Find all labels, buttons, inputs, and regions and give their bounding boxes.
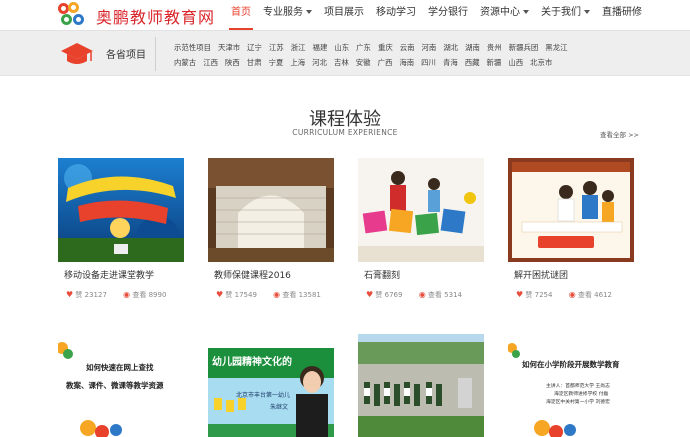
province-bar: 各省项目 示范性项目 天津市 辽宁 江苏 浙江 福建 山东 广东 重庆 云南 河南 湖北 湖南 贵州 新疆兵… — [0, 30, 690, 76]
thumbnail-text: 如何快速在网上查找 — [86, 363, 154, 372]
course-title[interactable]: 移动设备走进课堂教学 — [64, 268, 154, 281]
site-name: 奥鹏教师教育网 — [96, 8, 216, 27]
province-link[interactable]: 安徽 — [356, 57, 371, 68]
province-link[interactable]: 宁夏 — [269, 57, 284, 68]
course-thumbnail[interactable]: 如何在小学阶段开展数学教育 主讲人：首都师范大学 王尚志 海淀区教师进修学校 付… — [508, 334, 634, 437]
province-link[interactable]: 福建 — [313, 42, 328, 53]
thumbnail-text: 朱继文 — [270, 404, 289, 411]
graduation-cap-icon — [61, 43, 93, 64]
view-count: 查看 4612 — [577, 291, 612, 299]
course-thumbnail[interactable] — [208, 158, 334, 262]
province-link[interactable]: 江西 — [203, 57, 218, 68]
chevron-down-icon — [523, 10, 529, 14]
course-thumbnail[interactable] — [508, 158, 634, 262]
thumbnail-text: 海淀区教师进修学校 付磊 — [554, 392, 609, 397]
province-link[interactable]: 辽宁 — [247, 42, 262, 53]
divider — [155, 37, 156, 71]
province-link[interactable]: 湖南 — [465, 42, 480, 53]
province-link[interactable]: 海南 — [399, 57, 414, 68]
course-thumbnail[interactable] — [358, 334, 484, 437]
provinces-label: 各省项目 — [106, 50, 146, 61]
see-all-link[interactable]: 查看全部 >> — [600, 129, 639, 139]
nav-live-training[interactable]: 直播研修 — [596, 0, 648, 30]
province-link[interactable]: 山西 — [508, 57, 523, 68]
eye-icon: ◉ — [418, 290, 426, 299]
eye-icon: ◉ — [273, 290, 281, 299]
nav-home[interactable]: 首页 — [225, 0, 257, 30]
section-subtitle: CURRICULUM EXPERIENCE — [292, 128, 398, 137]
heart-icon[interactable]: ♥ — [366, 290, 373, 299]
course-stats: ♥ 赞 7254 ◉ 查看 4612 — [516, 290, 612, 300]
heart-icon[interactable]: ♥ — [516, 290, 523, 299]
province-link[interactable]: 江苏 — [269, 42, 284, 53]
logo-icon — [58, 2, 94, 28]
nav-about-us[interactable]: 关于我们 — [535, 0, 596, 30]
like-count: 赞 17549 — [225, 291, 257, 299]
course-thumbnail[interactable] — [358, 158, 484, 262]
course-thumbnail[interactable] — [58, 158, 184, 262]
top-header: 奥鹏教师教育网 首页 专业服务 项目展示 移动学习 学分银行 资源中心 关于我们… — [0, 0, 690, 30]
nav-project-showcase[interactable]: 项目展示 — [318, 0, 370, 30]
eye-icon: ◉ — [123, 290, 131, 299]
province-link[interactable]: 新疆 — [487, 57, 502, 68]
thumbnail-text: 幼儿园精神文化的 — [212, 357, 292, 368]
view-count: 查看 5314 — [427, 291, 462, 299]
course-thumbnail[interactable]: 如何快速在网上查找 教案、课件、微课等教学资源 — [58, 334, 184, 437]
province-link[interactable]: 云南 — [400, 42, 415, 53]
thumbnail-text: 海淀区中关村第一小学 刘德宏 — [546, 400, 610, 405]
eye-icon: ◉ — [568, 290, 576, 299]
chevron-down-icon — [584, 10, 590, 14]
nav-resource-center[interactable]: 资源中心 — [474, 0, 535, 30]
province-link[interactable]: 湖北 — [443, 42, 458, 53]
province-link[interactable]: 河北 — [312, 57, 327, 68]
province-link[interactable]: 陕西 — [225, 57, 240, 68]
like-count: 赞 6769 — [375, 291, 403, 299]
main-nav: 首页 专业服务 项目展示 移动学习 学分银行 资源中心 关于我们 直播研修 — [225, 0, 648, 30]
province-row-1: 示范性项目 天津市 辽宁 江苏 浙江 福建 山东 广东 重庆 云南 河南 湖北 湖南 贵州 新疆兵团 黑龙江 — [174, 42, 574, 53]
province-row-2: 内蒙古 江西 陕西 甘肃 宁夏 上海 河北 吉林 安徽 广西 海南 四川 青海 西藏 新疆 山西 北京市 — [174, 57, 559, 68]
province-link[interactable]: 西藏 — [465, 57, 480, 68]
like-count: 赞 7254 — [525, 291, 553, 299]
heart-icon[interactable]: ♥ — [66, 290, 73, 299]
province-link[interactable]: 浙江 — [291, 42, 306, 53]
course-stats: ♥ 赞 6769 ◉ 查看 5314 — [366, 290, 462, 300]
chevron-down-icon — [306, 10, 312, 14]
province-link[interactable]: 河南 — [422, 42, 437, 53]
like-count: 赞 23127 — [75, 291, 107, 299]
view-count: 查看 8990 — [132, 291, 167, 299]
province-link[interactable]: 内蒙古 — [174, 57, 196, 68]
site-logo[interactable]: 奥鹏教师教育网 — [58, 1, 228, 29]
province-link[interactable]: 北京市 — [530, 57, 552, 68]
nav-mobile-learning[interactable]: 移动学习 — [370, 0, 422, 30]
thumbnail-text: 教案、课件、微课等教学资源 — [66, 381, 164, 390]
province-link[interactable]: 四川 — [421, 57, 436, 68]
course-thumbnail[interactable]: 幼儿园精神文化的 北京市丰台第一幼儿 朱继文 — [208, 334, 334, 437]
course-stats: ♥ 赞 17549 ◉ 查看 13581 — [216, 290, 321, 300]
province-link[interactable]: 天津市 — [218, 42, 240, 53]
province-link[interactable]: 上海 — [290, 57, 305, 68]
nav-credit-bank[interactable]: 学分银行 — [422, 0, 474, 30]
thumbnail-text: 如何在小学阶段开展数学教育 — [522, 360, 620, 369]
thumbnail-text: 北京市丰台第一幼儿 — [236, 392, 291, 399]
province-link[interactable]: 贵州 — [487, 42, 502, 53]
course-title[interactable]: 解开困扰谜团 — [514, 268, 568, 281]
province-link[interactable]: 广西 — [378, 57, 393, 68]
province-link[interactable]: 甘肃 — [247, 57, 262, 68]
course-title[interactable]: 石膏翻刻 — [364, 268, 400, 281]
province-link[interactable]: 广东 — [356, 42, 371, 53]
province-link[interactable]: 青海 — [443, 57, 458, 68]
course-title[interactable]: 教师保健课程2016 — [214, 268, 291, 281]
nav-professional-services[interactable]: 专业服务 — [257, 0, 318, 30]
course-stats: ♥ 赞 23127 ◉ 查看 8990 — [66, 290, 166, 300]
province-link[interactable]: 吉林 — [334, 57, 349, 68]
province-link[interactable]: 重庆 — [378, 42, 393, 53]
province-link[interactable]: 山东 — [334, 42, 349, 53]
thumbnail-text: 主讲人：首都师范大学 王尚志 — [546, 384, 610, 389]
province-link[interactable]: 示范性项目 — [174, 42, 211, 53]
province-link[interactable]: 黑龙江 — [545, 42, 567, 53]
province-link[interactable]: 新疆兵团 — [509, 42, 539, 53]
heart-icon[interactable]: ♥ — [216, 290, 223, 299]
view-count: 查看 13581 — [282, 291, 321, 299]
